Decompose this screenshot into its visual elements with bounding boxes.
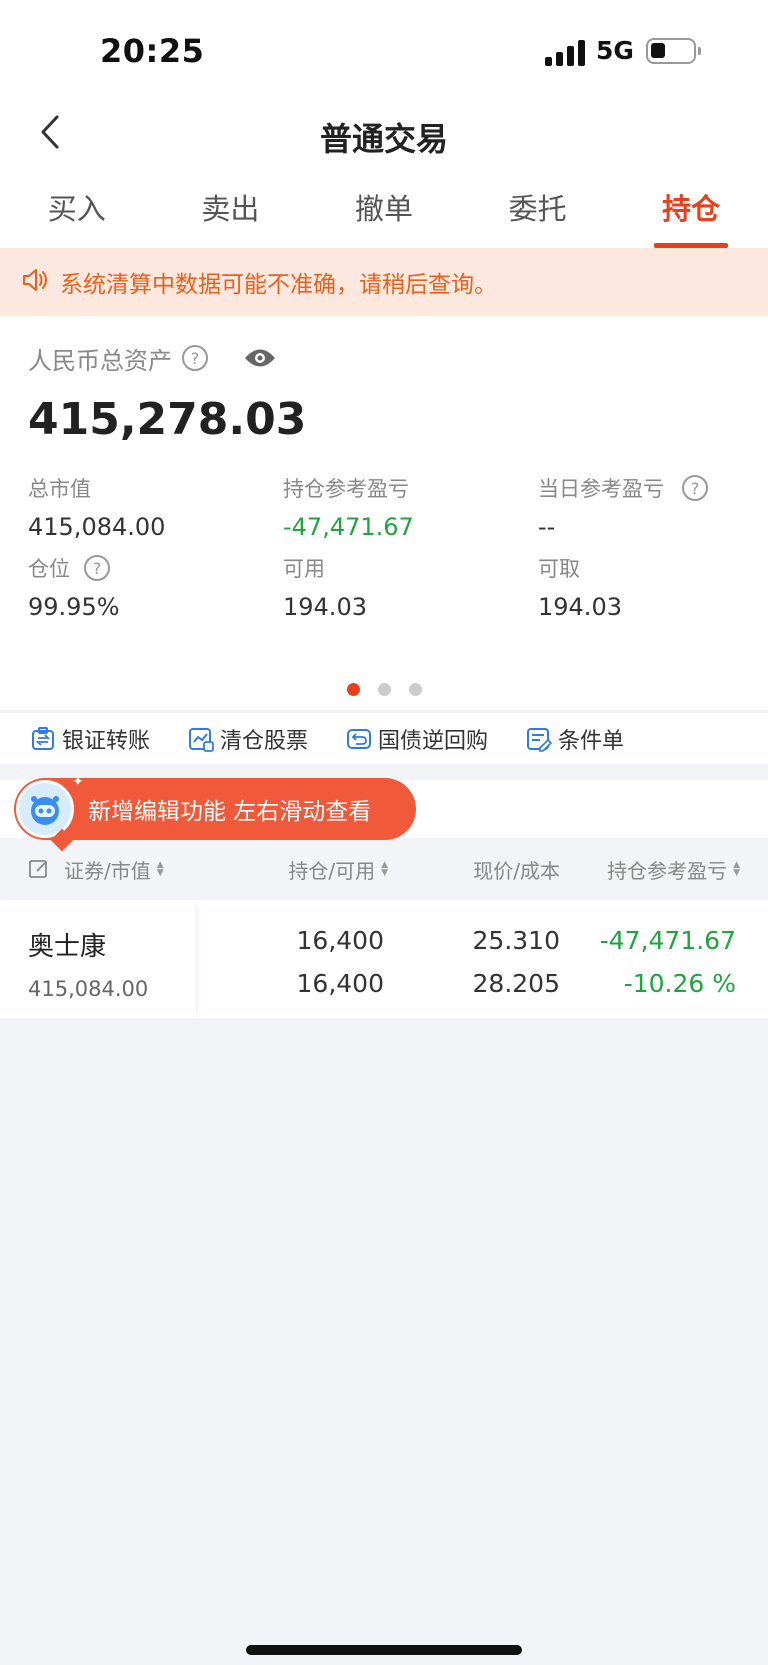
action-label: 银证转账 [62,728,151,754]
header-area: 20:25 5G 普通交易 买入 卖出 撤单 委托 持仓 [0,0,768,248]
tab-sell[interactable]: 卖出 [154,166,308,248]
action-label: 国债逆回购 [378,728,489,754]
tab-buy[interactable]: 买入 [0,166,154,248]
notice-bar: 系统清算中数据可能不准确，请稍后查询。 [0,248,768,316]
pnl-amount: -47,471.67 [599,926,736,955]
metric-label: 可取 [538,557,580,581]
repo-icon [347,728,372,749]
position-qty: 16,400 [296,926,384,955]
metric-position-pnl: 持仓参考盈亏 -47,471.67 [283,471,538,541]
metric-value: 194.03 [283,593,367,621]
assets-panel: 人民币总资产 ? 415,278.03 总市值 415,084.00 持仓参考盈… [0,316,768,710]
metric-daily-pnl: 当日参考盈亏? -- [538,471,758,541]
tab-cancel[interactable]: 撤单 [307,166,461,248]
tab-positions[interactable]: 持仓 [614,166,768,248]
action-label: 条件单 [558,728,625,754]
help-icon[interactable]: ? [682,475,708,501]
stock-market-value: 415,084.00 [28,977,149,1001]
eye-icon[interactable] [244,347,276,369]
page-dot[interactable] [346,683,360,696]
metric-value: -- [538,513,556,541]
reverse-repo-button[interactable]: 国债逆回购 [346,723,488,755]
battery-icon [646,38,701,64]
metric-market-value: 总市值 415,084.00 [28,471,283,541]
signal-icon [545,38,585,66]
network-label: 5G [596,36,634,65]
metric-available: 可用 194.03 [283,551,538,621]
transfer-icon [32,726,54,750]
metric-label: 持仓参考盈亏 [283,477,409,501]
current-price: 25.310 [472,926,560,955]
help-icon[interactable]: ? [182,345,208,371]
tab-bar: 买入 卖出 撤单 委托 持仓 [0,166,768,248]
cost-price: 28.205 [472,969,560,998]
promo-banner[interactable]: ✦ 新增编辑功能 左右滑动查看 [14,774,416,852]
robot-avatar-icon [16,780,74,838]
metric-value: 415,084.00 [28,513,166,541]
condition-order-icon [527,727,553,752]
metric-label: 仓位 [28,557,70,581]
sort-icon[interactable]: ▲ ▼ [381,861,388,878]
sparkle-icon: ✦ [72,774,84,790]
promo-area: ✦ 新增编辑功能 左右滑动查看 [0,774,768,852]
sort-icon[interactable]: ▲ ▼ [157,861,164,878]
clear-stock-button[interactable]: 清仓股票 [188,723,308,755]
page-title: 普通交易 [319,120,448,158]
help-icon[interactable]: ? [84,555,110,581]
pnl-percent: -10.26 % [623,969,736,998]
quick-actions: 银证转账 清仓股票 国债逆回购 条件单 [0,712,768,764]
total-assets-value: 415,278.03 [28,394,307,445]
nav-bar: 普通交易 [0,104,768,166]
header-pnl: 持仓参考盈亏 [607,858,728,883]
action-label: 清仓股票 [220,728,309,754]
metric-value: -47,471.67 [283,513,414,541]
status-time: 20:25 [100,32,205,70]
condition-order-button[interactable]: 条件单 [526,723,624,755]
bank-transfer-button[interactable]: 银证转账 [30,723,150,755]
metric-withdrawable: 可取 194.03 [538,551,758,621]
edit-icon[interactable] [28,858,50,880]
chart-icon [189,727,214,752]
metric-value: 194.03 [538,593,622,621]
metric-label: 总市值 [28,477,91,501]
stock-name: 奥士康 [28,932,107,962]
tab-orders[interactable]: 委托 [461,166,615,248]
table-header: 证券/市值 ▲ ▼ 持仓/可用 ▲ ▼ 现价/成本 持仓参考盈亏 ▲ ▼ [0,838,768,900]
promo-text: 新增编辑功能 左右滑动查看 [88,799,372,825]
status-bar: 20:25 5G [0,0,768,104]
notice-text: 系统清算中数据可能不准确，请稍后查询。 [60,272,497,298]
header-security: 证券/市值 [64,858,151,883]
header-price: 现价/成本 [473,858,560,883]
metric-position-ratio: 仓位? 99.95% [28,551,283,621]
available-qty: 16,400 [296,969,384,998]
home-indicator[interactable] [246,1645,522,1655]
metric-value: 99.95% [28,593,120,621]
page-indicator [0,683,768,696]
total-assets-label: 人民币总资产 [28,346,172,375]
sort-icon[interactable]: ▲ ▼ [733,861,740,878]
page-dot[interactable] [377,683,391,696]
page-dot[interactable] [408,683,422,696]
speaker-icon [22,268,48,296]
table-row[interactable]: 奥士康 415,084.00 16,400 16,400 25.310 28.2… [0,900,768,1020]
header-position: 持仓/可用 [288,858,376,883]
metric-label: 当日参考盈亏 [538,477,664,501]
metric-label: 可用 [283,557,325,581]
